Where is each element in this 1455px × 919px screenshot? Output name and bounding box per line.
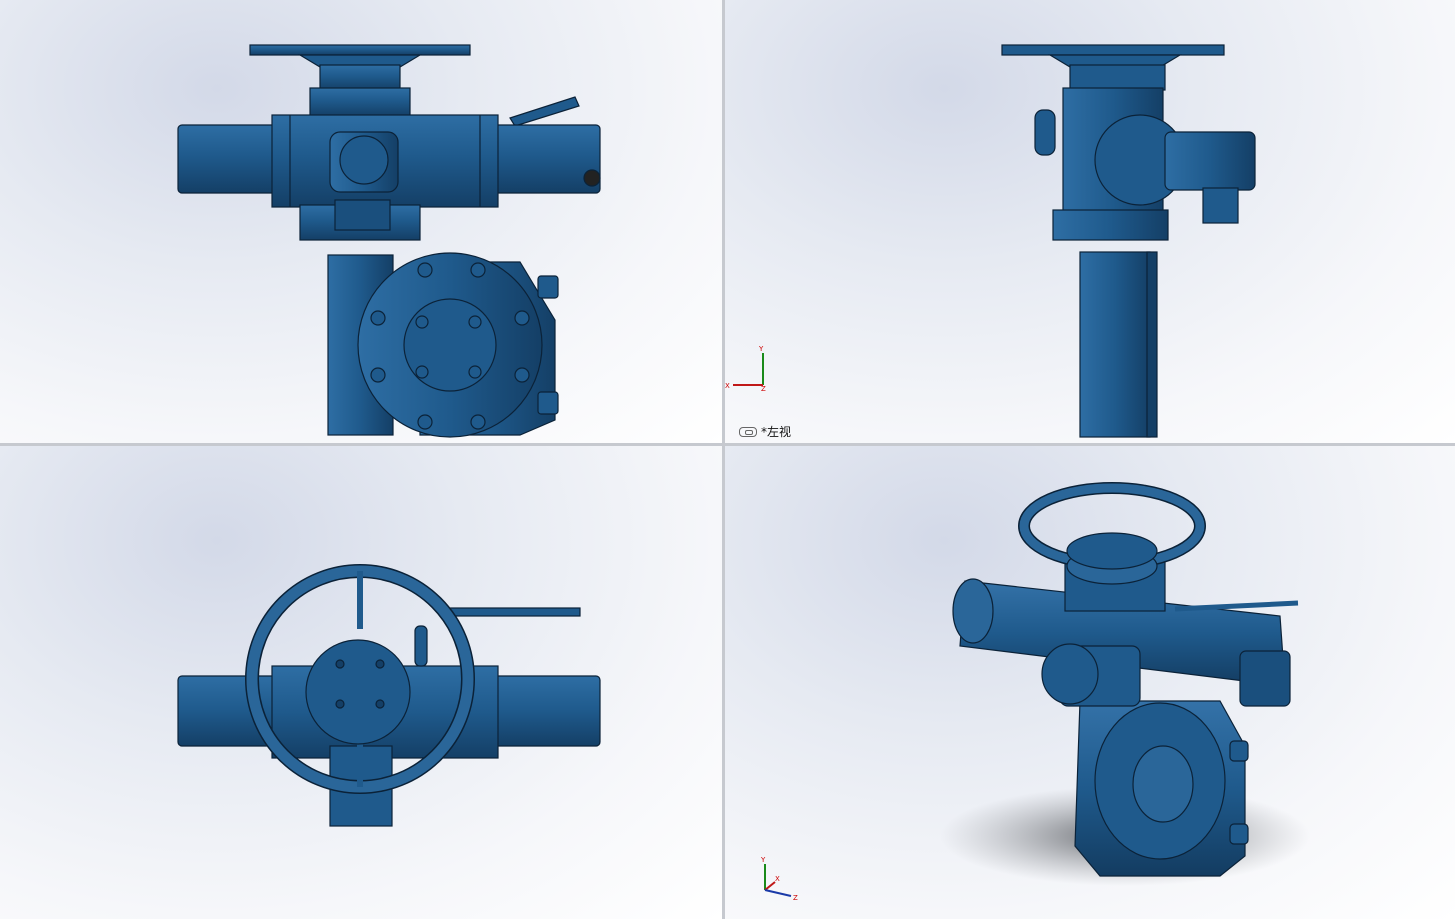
iso-axis-z-label: Z xyxy=(793,894,798,902)
iso-axis-x-label: X xyxy=(775,875,780,883)
axis-triad-iso-icon: Y X Z xyxy=(760,856,798,902)
link-icon xyxy=(739,426,757,437)
axis-x-label: X xyxy=(725,382,730,390)
viewport-top[interactable] xyxy=(0,446,722,919)
model-isometric-view xyxy=(940,482,1310,886)
model-top-view xyxy=(177,564,601,827)
view-name-text: *左视 xyxy=(761,425,792,439)
model-front-view xyxy=(177,44,601,438)
model-left-view xyxy=(1001,44,1256,438)
iso-axis-y-label: Y xyxy=(760,856,766,864)
viewport-splitter-vertical[interactable] xyxy=(722,0,725,919)
axis-y-label: Y xyxy=(758,345,764,353)
viewport-isometric[interactable]: Y X Z xyxy=(725,446,1455,919)
viewport-left[interactable]: Y X Z *左视 xyxy=(725,0,1455,443)
axis-triad-icon: Y X Z xyxy=(725,345,766,393)
viewport-front[interactable] xyxy=(0,0,722,443)
viewport-splitter-horizontal[interactable] xyxy=(0,443,1455,446)
axis-z-label: Z xyxy=(761,385,766,393)
view-name-label: *左视 xyxy=(739,423,791,440)
